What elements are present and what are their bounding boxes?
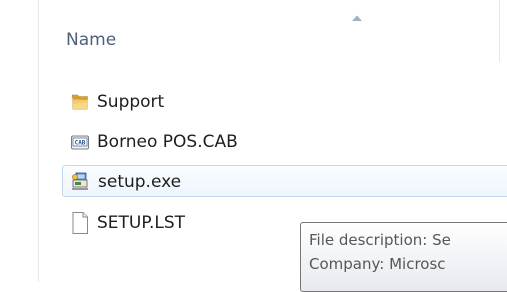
file-name: SETUP.LST <box>97 213 186 233</box>
file-name: Borneo POS.CAB <box>97 132 238 152</box>
document-icon <box>72 212 88 234</box>
svg-text:CAB: CAB <box>75 140 86 147</box>
file-row-support[interactable]: Support <box>62 86 507 118</box>
cab-file-icon: CAB <box>71 135 89 150</box>
column-divider[interactable] <box>499 0 500 62</box>
setup-exe-icon <box>72 172 88 190</box>
sort-ascending-icon <box>352 15 362 21</box>
column-header-name[interactable]: Name <box>66 30 116 50</box>
file-name: Support <box>97 92 165 112</box>
tooltip-company: Company: Microsc <box>309 255 446 273</box>
folder-icon <box>71 94 88 110</box>
file-row-setup-exe[interactable]: setup.exe <box>62 165 507 197</box>
column-header-bar: Name <box>39 0 500 62</box>
tooltip-file-description: File description: Se <box>309 231 451 249</box>
file-name: setup.exe <box>98 172 182 192</box>
file-row-borneo-pos-cab[interactable]: CAB Borneo POS.CAB <box>62 126 507 158</box>
